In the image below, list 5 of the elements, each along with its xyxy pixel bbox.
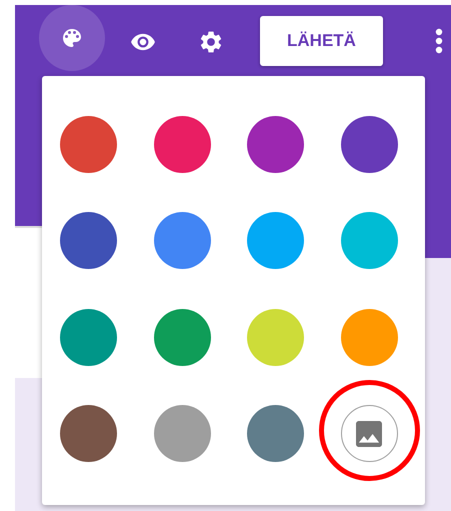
palette-icon	[60, 26, 84, 50]
settings-icon	[198, 29, 224, 55]
image-icon	[356, 420, 382, 447]
more-options-icon[interactable]	[435, 28, 443, 54]
send-button[interactable]: LÄHETÄ	[260, 16, 383, 66]
